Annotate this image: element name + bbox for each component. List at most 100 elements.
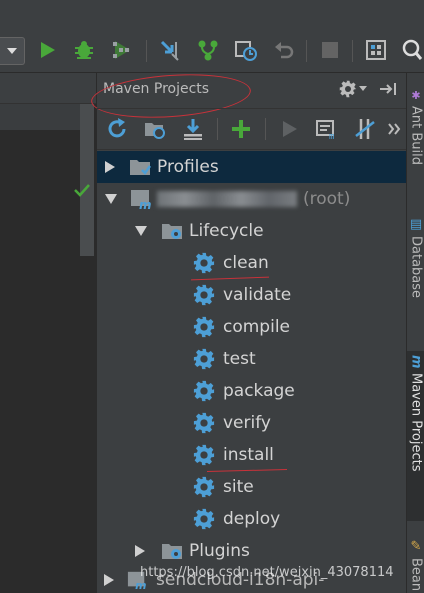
run-button[interactable] [33, 36, 61, 64]
coverage-button[interactable] [108, 36, 136, 64]
debug-button[interactable] [70, 36, 98, 64]
tree-node-profiles[interactable]: Profiles [105, 152, 219, 182]
tree-node-label: Profiles [157, 157, 219, 177]
reimport-button[interactable] [103, 115, 131, 143]
goal-label: compile [223, 317, 291, 337]
chevron-down-icon [7, 48, 17, 54]
run-icon [41, 42, 55, 58]
tab-ant-build[interactable]: ✱ Ant Build [407, 89, 424, 185]
tab-label: Ant Build [408, 106, 424, 165]
folder-refresh-icon [145, 123, 165, 139]
gear-icon [339, 80, 357, 98]
inspection-ok-icon [74, 182, 90, 201]
editor-scrollbar[interactable] [80, 104, 94, 256]
ant-icon: ✱ [409, 89, 423, 102]
collapse-arrow-icon[interactable] [135, 226, 147, 236]
tab-label: Maven Projects [408, 372, 424, 472]
gear-icon [193, 476, 215, 498]
maven-m-icon: m [408, 355, 424, 369]
tree-node-label: Lifecycle [189, 221, 264, 241]
tree-node-plugins[interactable]: Plugins [135, 536, 250, 566]
goal-verify[interactable]: verify [193, 408, 271, 438]
profiles-folder-icon [130, 160, 151, 175]
search-button[interactable] [398, 36, 424, 64]
goal-label: site [223, 477, 254, 497]
gear-icon [193, 412, 215, 434]
hide-arrow-icon [380, 83, 396, 95]
run-config-dropdown[interactable] [0, 37, 25, 65]
hide-panel-button[interactable] [379, 81, 399, 101]
tree-node-lifecycle[interactable]: Lifecycle [135, 216, 264, 246]
panel-settings-button[interactable] [339, 80, 367, 98]
goal-label: verify [223, 413, 271, 433]
tree-node-project[interactable]: m (root) [105, 184, 350, 214]
editor-line-highlight [0, 104, 80, 130]
tab-bean-validation[interactable]: ✎ Bean [407, 539, 424, 593]
database-icon: ▤ [408, 217, 424, 232]
gear-icon [193, 508, 215, 530]
revert-button[interactable] [270, 36, 298, 64]
collapse-arrow-icon[interactable] [105, 194, 117, 204]
goal-label: clean [223, 253, 269, 273]
goal-label: test [223, 349, 256, 369]
attach-debugger-button[interactable] [156, 36, 184, 64]
project-structure-icon [366, 40, 386, 60]
redacted-project-name [157, 191, 297, 207]
more-actions-button[interactable] [383, 115, 405, 143]
goal-label: validate [223, 285, 292, 305]
add-maven-project-button[interactable] [227, 115, 255, 143]
toggle-offline-button[interactable] [351, 115, 379, 143]
expand-arrow-icon[interactable] [104, 574, 114, 586]
goal-clean[interactable]: clean [193, 248, 269, 278]
stop-button[interactable] [316, 36, 344, 64]
svg-text:m: m [329, 132, 334, 141]
tree-node-label: Plugins [189, 541, 250, 561]
maven-projects-panel: Maven Projects m Profiles m (root) Lifec… [89, 69, 407, 593]
debug-bug-icon [75, 41, 93, 59]
project-root-suffix: (root) [303, 189, 351, 209]
search-icon [402, 39, 423, 60]
attach-arrow-icon [160, 40, 179, 61]
goal-site[interactable]: site [193, 472, 254, 502]
gear-icon [193, 444, 215, 466]
history-button[interactable] [232, 36, 260, 64]
goal-compile[interactable]: compile [193, 312, 290, 342]
chevron-down-icon [359, 86, 367, 91]
tab-label: Database [408, 236, 424, 299]
vcs-button[interactable] [194, 36, 222, 64]
history-clock-icon [235, 41, 257, 61]
toolbar-separator [352, 40, 353, 62]
run-maven-goal-button[interactable] [275, 115, 303, 143]
expand-arrow-icon[interactable] [105, 161, 115, 173]
refresh-icon [108, 118, 126, 138]
tab-maven-projects[interactable]: m Maven Projects [407, 351, 424, 521]
double-chevron-right-icon [388, 123, 401, 135]
generate-sources-button[interactable] [141, 115, 169, 143]
gear-icon [193, 284, 215, 306]
tab-database[interactable]: ▤ Database [407, 217, 424, 317]
toolbar-separator [146, 40, 147, 62]
panel-title: Maven Projects [89, 69, 253, 123]
project-structure-button[interactable] [362, 36, 390, 64]
goal-label: package [223, 381, 295, 401]
gear-icon [193, 348, 215, 370]
main-toolbar [0, 0, 424, 73]
toolbar-separator [265, 118, 266, 140]
goal-install[interactable]: install [193, 440, 274, 470]
right-tool-strip: ✱ Ant Build ▤ Database m Maven Projects … [406, 73, 424, 593]
goal-deploy[interactable]: deploy [193, 504, 280, 534]
svg-text:m: m [139, 198, 152, 210]
download-icon [184, 119, 202, 140]
branch-icon [198, 40, 218, 61]
download-sources-button[interactable] [179, 115, 207, 143]
expand-arrow-icon[interactable] [135, 545, 145, 557]
gear-icon [193, 252, 215, 274]
execute-goal-icon: m [316, 120, 334, 141]
execute-goal-button[interactable]: m [313, 115, 341, 143]
goal-label: install [223, 445, 274, 465]
goal-package[interactable]: package [193, 376, 295, 406]
goal-test[interactable]: test [193, 344, 256, 374]
goal-validate[interactable]: validate [193, 280, 291, 310]
gear-icon [193, 380, 215, 402]
editor-edge [0, 73, 96, 593]
